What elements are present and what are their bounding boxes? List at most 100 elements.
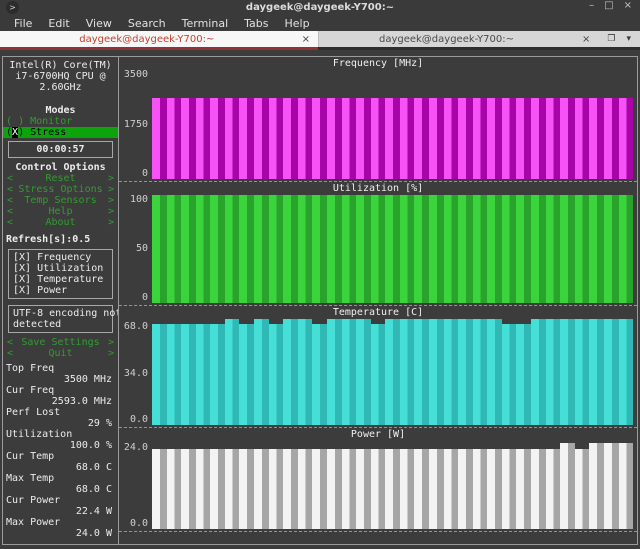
bar xyxy=(443,448,459,529)
bar xyxy=(487,448,502,529)
y-tick: 0.0 xyxy=(129,414,148,426)
toggle-temperature[interactable]: [X] Temperature xyxy=(13,274,108,285)
close-icon[interactable]: × xyxy=(624,0,632,11)
stat-value: 24.0 W xyxy=(75,528,112,539)
bar xyxy=(312,448,327,529)
y-axis-ticks: 24.0 0.0 xyxy=(119,441,151,529)
toggle-utilization[interactable]: [X] Utilization xyxy=(13,263,108,274)
bar xyxy=(181,98,196,180)
stui-sidebar: Intel(R) Core(TM) i7-6700HQ CPU @2.60GHz … xyxy=(3,57,119,544)
bar xyxy=(326,318,342,426)
bar xyxy=(458,195,473,303)
bar xyxy=(574,98,590,180)
mode-monitor[interactable]: ( ) Monitor xyxy=(3,116,118,127)
graph-utilization: Utilization [%] 100 50 0 xyxy=(119,182,637,306)
menu-terminal[interactable]: Terminal xyxy=(174,17,237,30)
menu-tabs[interactable]: Tabs xyxy=(236,17,276,30)
stat-label: Max Power xyxy=(6,517,61,528)
bar xyxy=(195,448,211,529)
bar xyxy=(341,318,357,426)
graph-toggle-box: [X] Frequency [X] Utilization [X] Temperat… xyxy=(8,249,113,299)
tab-inactive[interactable]: daygeek@daygeek-Y700:~ × xyxy=(318,31,599,47)
y-tick: 0 xyxy=(141,168,148,180)
bar xyxy=(254,448,269,529)
bar xyxy=(501,98,517,180)
bar xyxy=(341,98,357,180)
encoding-notice-line: UTF-8 encoding not xyxy=(13,308,119,319)
option-quit[interactable]: < Quit > xyxy=(3,348,118,359)
option-help[interactable]: < Help > xyxy=(3,206,118,217)
window-controls: – □ × xyxy=(589,0,632,11)
bar xyxy=(370,98,386,180)
graph-title-power: Power [W] xyxy=(350,429,406,441)
bar xyxy=(152,195,167,303)
y-axis-ticks: 68.0 34.0 0.0 xyxy=(119,319,151,425)
y-tick: 100 xyxy=(129,194,148,206)
stat-label: Cur Freq xyxy=(6,385,55,396)
graph-frequency: Frequency [MHz] 3500 1750 0 xyxy=(119,57,637,183)
stat-value: 29 % xyxy=(87,418,112,429)
bar xyxy=(399,195,415,303)
option-stress-options[interactable]: < Stress Options > xyxy=(3,184,118,195)
menu-file[interactable]: File xyxy=(6,17,40,30)
y-tick: 0 xyxy=(141,291,148,303)
bar xyxy=(560,98,575,180)
y-tick: 24.0 xyxy=(123,442,148,454)
mode-stress[interactable]: (X) Stress xyxy=(3,127,118,138)
menu-edit[interactable]: Edit xyxy=(40,17,77,30)
cpu-model-line: i7-6700HQ CPU @ xyxy=(15,71,106,82)
option-about[interactable]: < About > xyxy=(3,217,118,228)
toggle-frequency[interactable]: [X] Frequency xyxy=(13,252,108,263)
bar xyxy=(531,98,546,180)
encoding-notice: UTF-8 encoding not detected xyxy=(8,305,119,333)
bar xyxy=(370,323,386,426)
tabbar-actions: ❐ ▾ xyxy=(598,31,640,47)
bar xyxy=(312,98,327,180)
modes-list: ( ) Monitor (X) Stress xyxy=(3,116,118,138)
graph-temperature: Temperature [C] 68.0 34.0 0.0 xyxy=(119,306,637,429)
y-tick: 1750 xyxy=(123,118,148,130)
bar xyxy=(385,448,400,529)
bar xyxy=(618,318,634,426)
bar xyxy=(560,195,575,303)
bar xyxy=(210,98,225,180)
y-tick: 50 xyxy=(135,243,148,255)
bar xyxy=(487,318,502,426)
bar-series xyxy=(152,195,634,303)
bar xyxy=(545,448,561,529)
tab-close-icon[interactable]: × xyxy=(294,34,318,45)
bar xyxy=(385,98,400,180)
bar xyxy=(516,98,532,180)
cpu-model: Intel(R) Core(TM) i7-6700HQ CPU @2.60GHz xyxy=(3,60,118,93)
control-options-list: < Reset > < Stress Options > < Temp Sensors > < He… xyxy=(3,173,118,228)
bar xyxy=(516,448,532,529)
menu-help[interactable]: Help xyxy=(277,17,318,30)
menu-search[interactable]: Search xyxy=(120,17,174,30)
maximize-icon[interactable]: □ xyxy=(604,0,613,11)
tabbar: daygeek@daygeek-Y700:~ × daygeek@daygeek… xyxy=(0,31,640,47)
option-temp-sensors[interactable]: < Temp Sensors > xyxy=(3,195,118,206)
graph-plot-utilization: 100 50 0 xyxy=(119,194,637,303)
terminal-app-icon: > xyxy=(6,1,19,14)
bar xyxy=(574,448,590,529)
stat-value: 2593.0 MHz xyxy=(51,396,112,407)
menu-view[interactable]: View xyxy=(78,17,120,30)
encoding-notice-line: detected xyxy=(13,319,62,330)
bar xyxy=(385,195,400,303)
bar xyxy=(181,448,196,529)
bar xyxy=(443,318,459,426)
tab-list-dropdown-icon[interactable]: ▾ xyxy=(626,34,631,44)
option-reset[interactable]: < Reset > xyxy=(3,173,118,184)
bar xyxy=(195,323,211,426)
option-save-settings[interactable]: < Save Settings > xyxy=(3,337,118,348)
bar xyxy=(239,323,255,426)
bar xyxy=(224,98,240,180)
tab-active[interactable]: daygeek@daygeek-Y700:~ × xyxy=(0,31,318,47)
graph-plot-frequency: 3500 1750 0 xyxy=(119,70,637,180)
open-tab-in-window-icon[interactable]: ❐ xyxy=(607,34,615,44)
tab-close-icon[interactable]: × xyxy=(574,34,598,45)
y-axis-ticks: 3500 1750 0 xyxy=(119,70,151,179)
toggle-power[interactable]: [X] Power xyxy=(13,285,108,296)
minimize-icon[interactable]: – xyxy=(589,0,594,11)
bar xyxy=(239,448,255,529)
